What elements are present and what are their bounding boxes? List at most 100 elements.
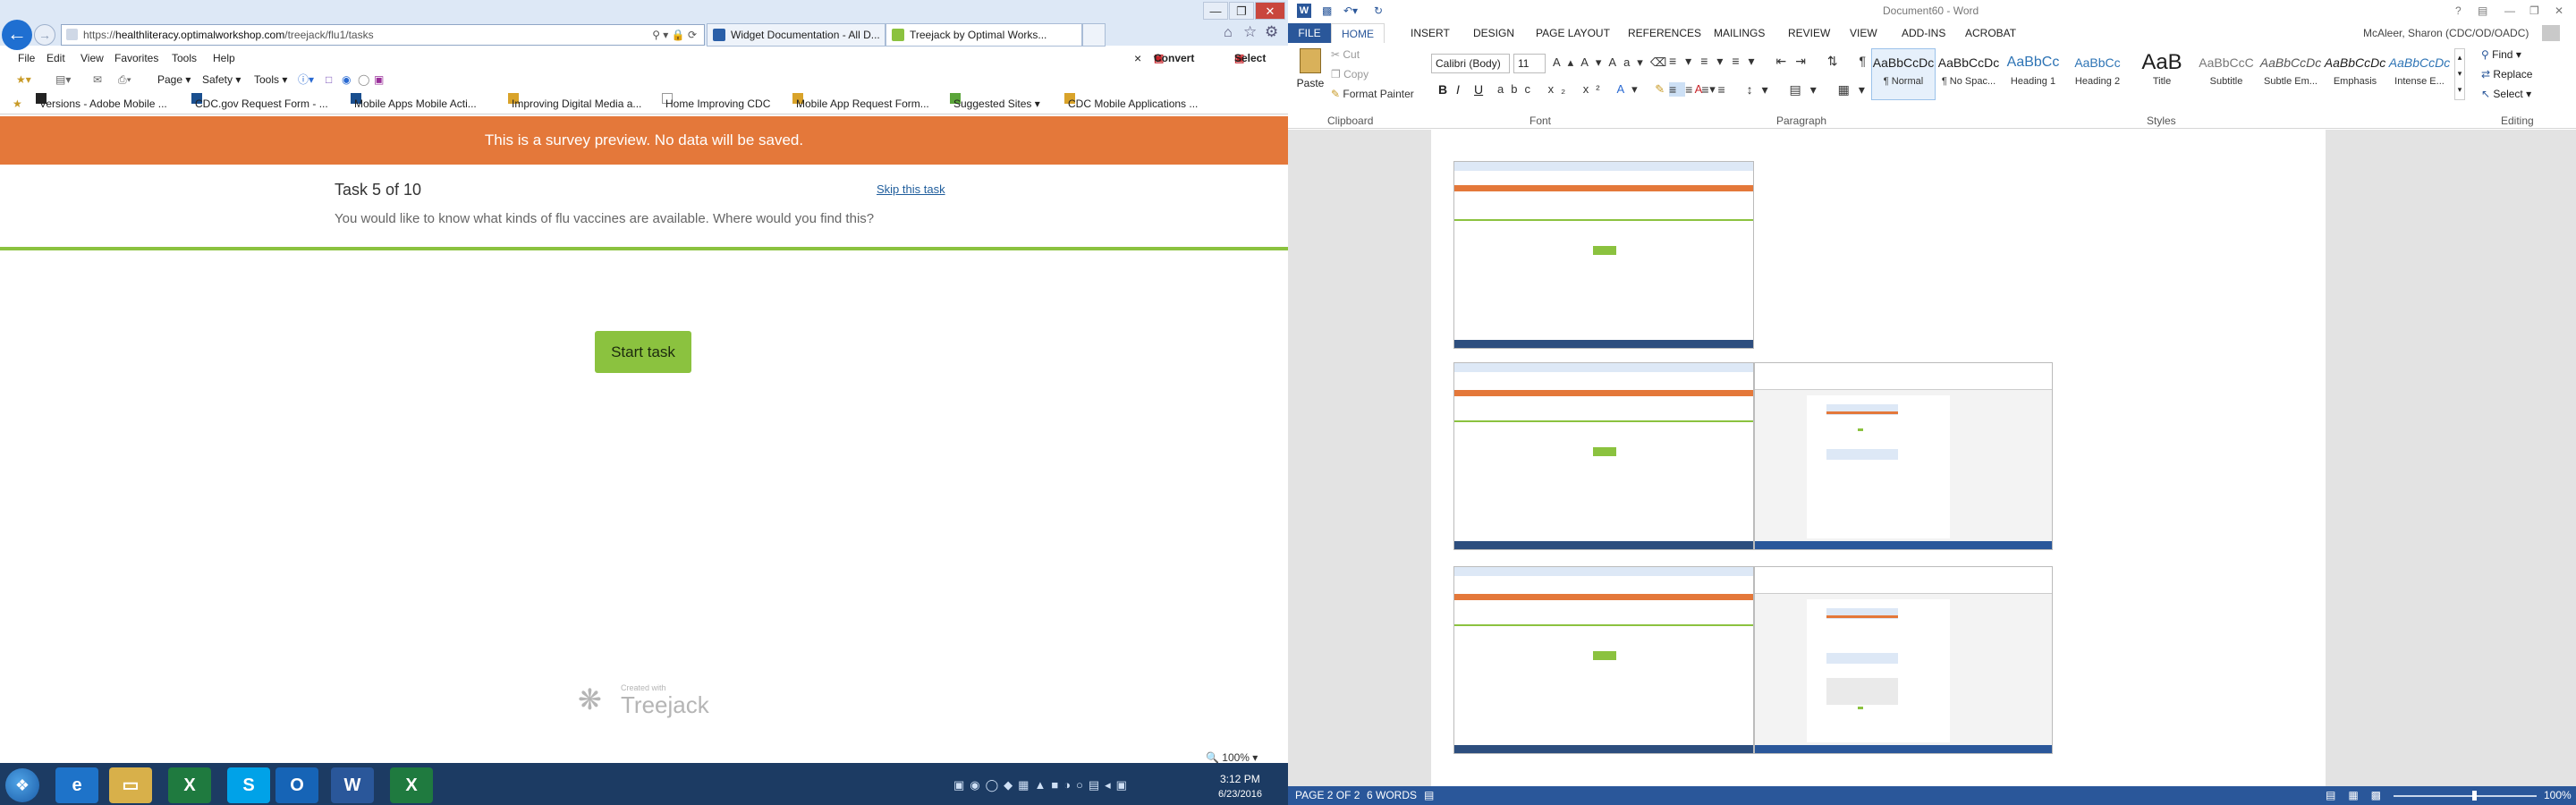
style-heading-1[interactable]: AaBbCc Heading 1 [2001,48,2065,100]
add-favorites-icon[interactable]: ★▾ [16,69,31,91]
undo-icon[interactable]: ↶▾ [1343,0,1358,21]
help-icon[interactable]: ? [2455,0,2462,21]
zoom-level[interactable]: 100% [2544,786,2572,805]
translate-icon[interactable]: ◯ [358,69,369,91]
zoom-slider[interactable] [2394,795,2537,797]
zoom-thumb[interactable] [2472,791,2477,801]
pasted-screenshot[interactable] [1453,362,1754,550]
tab-insert[interactable]: INSERT [1411,23,1450,43]
font-name-select[interactable]: Calibri (Body) [1431,54,1510,73]
help-icon[interactable]: ⓘ▾ [298,69,314,91]
feeds-icon[interactable]: ▤▾ [55,69,71,91]
address-bar[interactable]: https://healthliteracy.optimalworkshop.c… [61,24,705,46]
outlook-taskbar-icon[interactable]: O [275,767,318,803]
list-buttons[interactable]: ≡▾≡▾≡▾ ⇤⇥ ⇅ ¶ [1669,54,1875,69]
underline-button[interactable]: U [1474,82,1483,97]
forward-arrow-icon[interactable]: → [34,24,55,46]
replace-button[interactable]: ⇄ Replace [2481,68,2532,80]
file-explorer-taskbar-icon[interactable]: ▭ [109,767,152,803]
clock-date[interactable]: 6/23/2016 [1218,789,1262,800]
skype-taskbar-icon[interactable]: S [227,767,270,803]
clock-time[interactable]: 3:12 PM [1220,773,1260,785]
tab-review[interactable]: REVIEW [1788,23,1830,43]
research-icon[interactable]: ◉ [342,69,351,91]
menu-tools[interactable]: Tools [172,48,197,68]
favorites-star-icon[interactable]: ☆ [1243,23,1257,41]
style-subtle-emphasis[interactable]: AaBbCcDc Subtle Em... [2258,48,2323,100]
menu-favorites[interactable]: Favorites [114,48,158,68]
excel-taskbar-icon[interactable]: X [390,767,433,803]
onenote-icon[interactable]: ▣ [374,69,384,91]
style-normal[interactable]: AaBbCcDc ¶ Normal [1871,48,1936,100]
skip-task-link[interactable]: Skip this task [877,182,945,196]
restore-button[interactable]: ❐ [1229,2,1254,20]
tab-add-ins[interactable]: ADD-INS [1902,23,1945,43]
user-name[interactable]: McAleer, Sharon (CDC/OD/OADC) [2363,23,2529,43]
style-heading-2[interactable]: AaBbCc Heading 2 [2065,48,2130,100]
close-tab-icon[interactable]: × [1134,48,1141,68]
gear-icon[interactable]: ⚙ [1265,23,1278,41]
view-buttons[interactable]: ▤▦▩ [2326,786,2394,805]
tab-page-layout[interactable]: PAGE LAYOUT [1536,23,1610,43]
font-size-select[interactable]: 11 [1513,54,1546,73]
restore-button[interactable]: ❐ [2529,0,2539,21]
mail-icon[interactable]: ✉ [93,69,102,91]
menu-file[interactable]: File [18,48,35,68]
zoom-control[interactable]: 🔍 100% ▾ [1206,751,1258,763]
tab-view[interactable]: VIEW [1850,23,1877,43]
new-tab-button[interactable] [1082,23,1106,47]
home-icon[interactable]: ⌂ [1224,25,1233,41]
save-icon[interactable]: ▩ [1322,0,1332,21]
tab-mailings[interactable]: MAILINGS [1714,23,1765,43]
pasted-screenshot[interactable] [1453,566,1754,754]
word-taskbar-icon[interactable]: W [331,767,374,803]
page-count[interactable]: PAGE 2 OF 2 [1295,786,1360,805]
close-button[interactable]: ✕ [2555,0,2563,21]
safety-menu[interactable]: Safety ▾ [202,69,241,91]
style-intense-emphasis[interactable]: AaBbCcDc Intense E... [2387,48,2452,100]
style-no-spacing[interactable]: AaBbCcDc ¶ No Spac... [1936,48,2001,100]
document-page[interactable] [1431,130,2326,786]
menu-edit[interactable]: Edit [47,48,65,68]
format-painter-button[interactable]: ✎ Format Painter [1331,88,1414,100]
style-subtitle[interactable]: AaBbCcC Subtitle [2194,48,2258,100]
styles-scroll-icon[interactable]: ▴ ▾ ▾ [2454,48,2465,100]
tab-acrobat[interactable]: ACROBAT [1965,23,2016,43]
pasted-screenshot[interactable] [1453,161,1754,349]
minimize-button[interactable]: — [2504,0,2515,21]
tab-home[interactable]: HOME [1331,23,1385,43]
find-button[interactable]: ⚲ Find ▾ [2481,48,2521,61]
menu-help[interactable]: Help [213,48,235,68]
pasted-screenshot[interactable] [1754,362,2053,550]
pasted-screenshot[interactable] [1754,566,2053,754]
address-tools[interactable]: ⚲ ▾ 🔒 ⟳ [652,25,697,45]
tab-widget-documentation[interactable]: Widget Documentation - All D... [707,23,886,47]
system-tray-icons[interactable]: ▣◉◯◆▦▲■◑○▤◂▣ [953,778,1132,792]
start-button[interactable]: ❖ [5,768,39,802]
copy-button[interactable]: ❐ Copy [1331,68,1368,80]
tools-menu[interactable]: Tools ▾ [254,69,287,91]
tab-references[interactable]: REFERENCES [1628,23,1701,43]
avatar[interactable] [2542,25,2560,41]
align-buttons[interactable]: ≡≡≡≡ ↕▾ ▤▾ ▦▾ [1669,82,1874,97]
tab-file[interactable]: FILE [1288,23,1331,43]
font-size-tools[interactable]: A▴A▾Aa▾⌫ [1553,55,1674,70]
style-title[interactable]: AaB Title [2130,48,2194,100]
italic-button[interactable]: I [1456,82,1460,97]
close-button[interactable]: ✕ [1255,2,1285,20]
tab-design[interactable]: DESIGN [1473,23,1514,43]
proofing-icon[interactable]: ▤ [1424,786,1434,805]
tab-treejack[interactable]: Treejack by Optimal Works... [886,23,1082,47]
select-button[interactable]: ↖ Select ▾ [2481,88,2531,100]
convert-button[interactable]: ▣ Convert ▾ [1154,48,1194,68]
extension-icon[interactable]: □ [326,69,332,91]
excel-taskbar-icon[interactable]: X [168,767,211,803]
paste-button[interactable]: Paste [1295,47,1326,104]
cut-button[interactable]: ✂ Cut [1331,48,1360,61]
favorites-star-icon[interactable]: ★ [13,93,22,114]
minimize-button[interactable]: — [1203,2,1228,20]
print-icon[interactable]: ⎙▾ [118,69,131,91]
start-task-button[interactable]: Start task [595,331,691,373]
bold-button[interactable]: B [1438,82,1447,97]
internet-explorer-taskbar-icon[interactable]: e [55,767,98,803]
